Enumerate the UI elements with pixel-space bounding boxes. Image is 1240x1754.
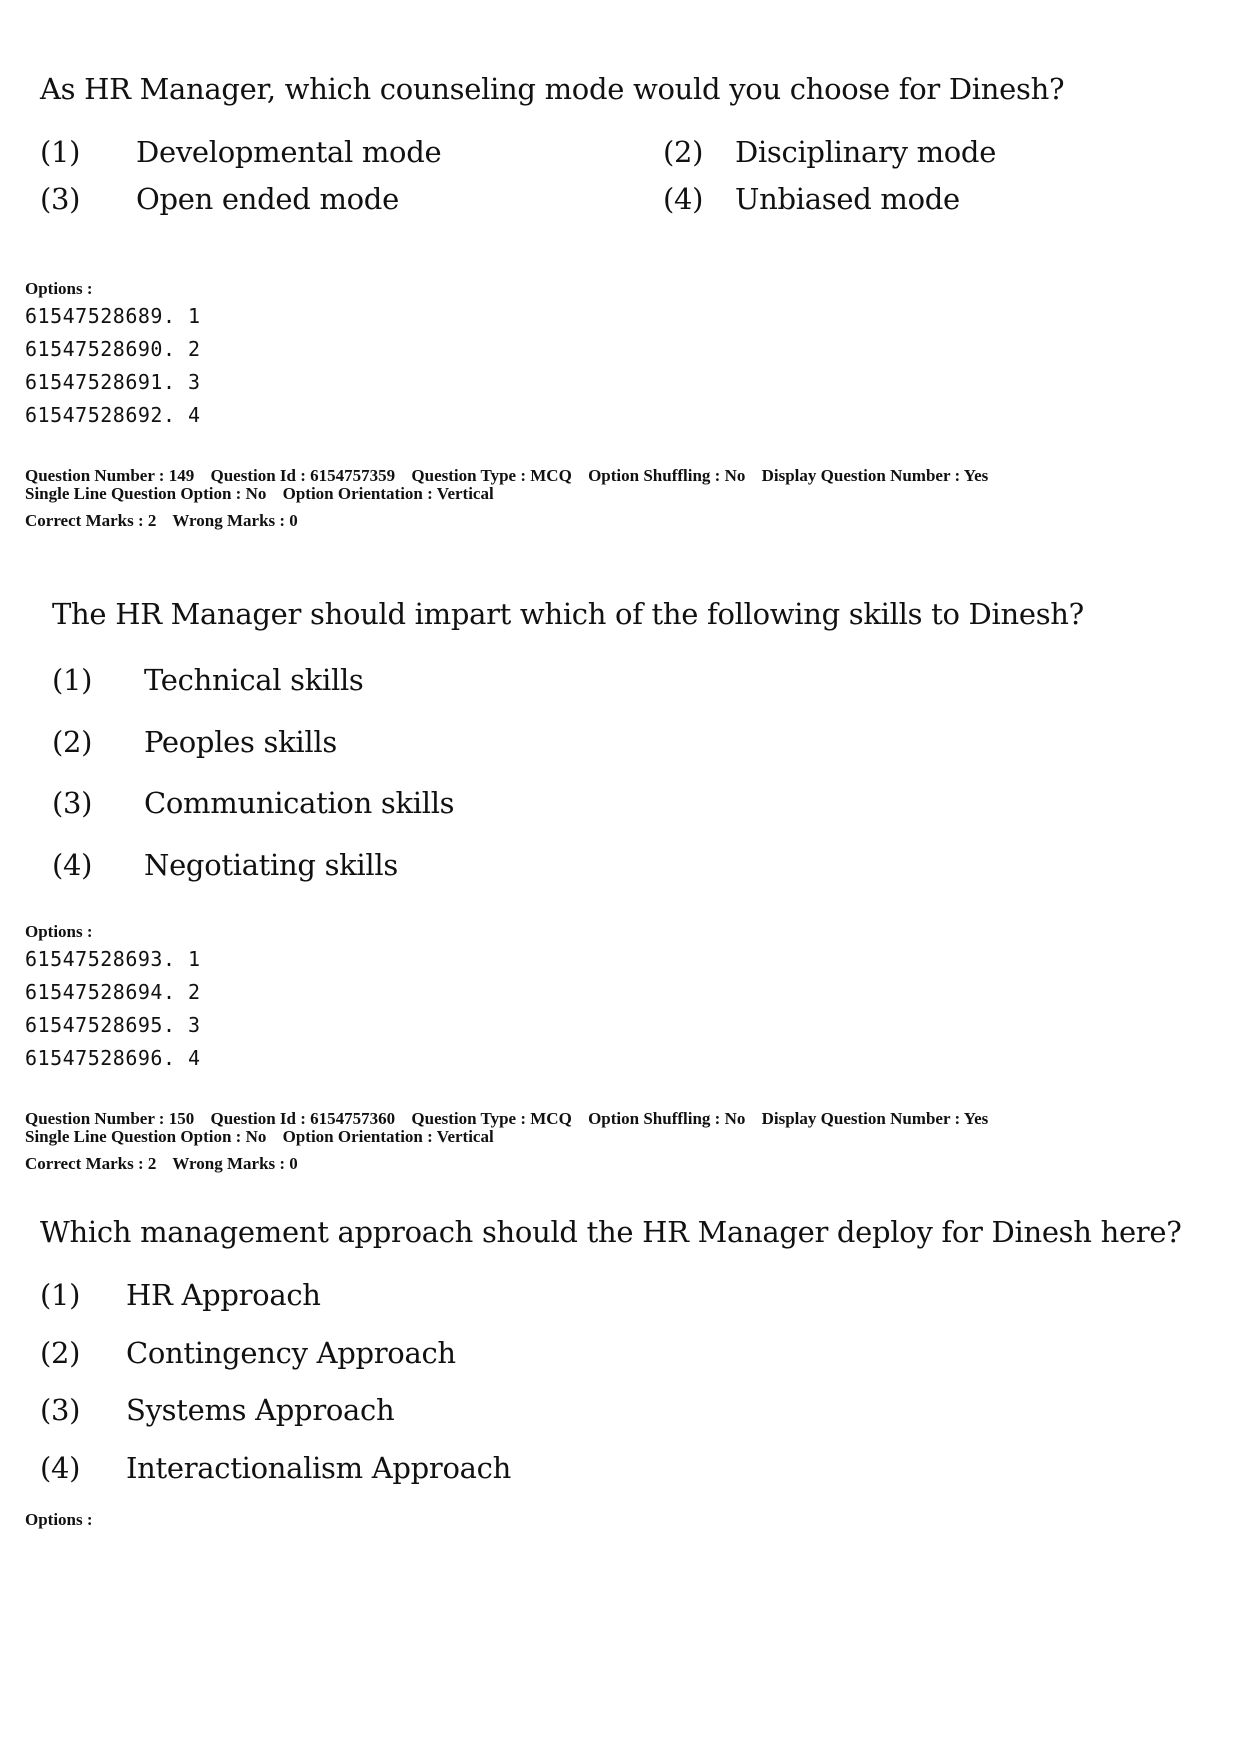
choice-number: (4) bbox=[52, 848, 93, 882]
choice-text: Peoples skills bbox=[144, 725, 337, 759]
question-type: Question Type : MCQ bbox=[411, 1109, 572, 1128]
choice-number: (1) bbox=[40, 135, 81, 169]
single-line-option: Single Line Question Option : No bbox=[25, 484, 267, 503]
option-id: 61547528692. 4 bbox=[25, 403, 201, 427]
option-id: 61547528693. 1 bbox=[25, 947, 201, 971]
choice-text: Negotiating skills bbox=[144, 848, 398, 882]
option-id: 61547528695. 3 bbox=[25, 1013, 201, 1037]
choice-number: (3) bbox=[40, 1393, 81, 1427]
question-text: The HR Manager should impart which of th… bbox=[52, 597, 1084, 631]
choice-text: Developmental mode bbox=[136, 135, 442, 169]
choice-number: (3) bbox=[52, 786, 93, 820]
question-meta-line1: Question Number : 149 Question Id : 6154… bbox=[25, 466, 1000, 486]
choice-number: (4) bbox=[40, 1451, 81, 1485]
correct-marks: Correct Marks : 2 bbox=[25, 511, 157, 530]
question-meta-line1: Question Number : 150 Question Id : 6154… bbox=[25, 1109, 1000, 1129]
wrong-marks: Wrong Marks : 0 bbox=[172, 511, 298, 530]
display-question-number: Display Question Number : Yes bbox=[761, 1109, 989, 1128]
question-text: As HR Manager, which counseling mode wou… bbox=[40, 72, 1065, 106]
question-id: Question Id : 6154757359 bbox=[210, 466, 396, 485]
option-orientation: Option Orientation : Vertical bbox=[282, 1127, 494, 1146]
choice-number: (1) bbox=[52, 663, 93, 697]
option-orientation: Option Orientation : Vertical bbox=[282, 484, 494, 503]
wrong-marks: Wrong Marks : 0 bbox=[172, 1154, 298, 1173]
option-id: 61547528690. 2 bbox=[25, 337, 201, 361]
choice-text: Disciplinary mode bbox=[735, 135, 997, 169]
choice-text: Technical skills bbox=[144, 663, 364, 697]
option-shuffling: Option Shuffling : No bbox=[588, 466, 746, 485]
choice-number: (2) bbox=[40, 1336, 81, 1370]
choice-number: (2) bbox=[52, 725, 93, 759]
display-question-number: Display Question Number : Yes bbox=[761, 466, 989, 485]
marks-line: Correct Marks : 2 Wrong Marks : 0 bbox=[25, 511, 310, 531]
choice-text: Systems Approach bbox=[126, 1393, 395, 1427]
question-meta-line2: Single Line Question Option : No Option … bbox=[25, 1127, 506, 1147]
question-id: Question Id : 6154757360 bbox=[210, 1109, 396, 1128]
choice-text: Interactionalism Approach bbox=[126, 1451, 511, 1485]
question-meta-line2: Single Line Question Option : No Option … bbox=[25, 484, 506, 504]
option-shuffling: Option Shuffling : No bbox=[588, 1109, 746, 1128]
choice-text: Unbiased mode bbox=[735, 182, 960, 216]
marks-line: Correct Marks : 2 Wrong Marks : 0 bbox=[25, 1154, 310, 1174]
choice-number: (4) bbox=[663, 182, 704, 216]
choice-text: HR Approach bbox=[126, 1278, 321, 1312]
choice-number: (1) bbox=[40, 1278, 81, 1312]
choice-number: (2) bbox=[663, 135, 704, 169]
single-line-option: Single Line Question Option : No bbox=[25, 1127, 267, 1146]
options-label: Options : bbox=[25, 1510, 93, 1529]
choice-number: (3) bbox=[40, 182, 81, 216]
question-text: Which management approach should the HR … bbox=[40, 1215, 1182, 1249]
option-id: 61547528691. 3 bbox=[25, 370, 201, 394]
option-id: 61547528689. 1 bbox=[25, 304, 201, 328]
options-label: Options : bbox=[25, 279, 93, 298]
question-number: Question Number : 149 bbox=[25, 466, 195, 485]
choice-text: Contingency Approach bbox=[126, 1336, 456, 1370]
question-number: Question Number : 150 bbox=[25, 1109, 195, 1128]
option-id: 61547528696. 4 bbox=[25, 1046, 201, 1070]
question-type: Question Type : MCQ bbox=[411, 466, 572, 485]
choice-text: Open ended mode bbox=[136, 182, 399, 216]
options-label: Options : bbox=[25, 922, 93, 941]
option-id: 61547528694. 2 bbox=[25, 980, 201, 1004]
choice-text: Communication skills bbox=[144, 786, 455, 820]
correct-marks: Correct Marks : 2 bbox=[25, 1154, 157, 1173]
